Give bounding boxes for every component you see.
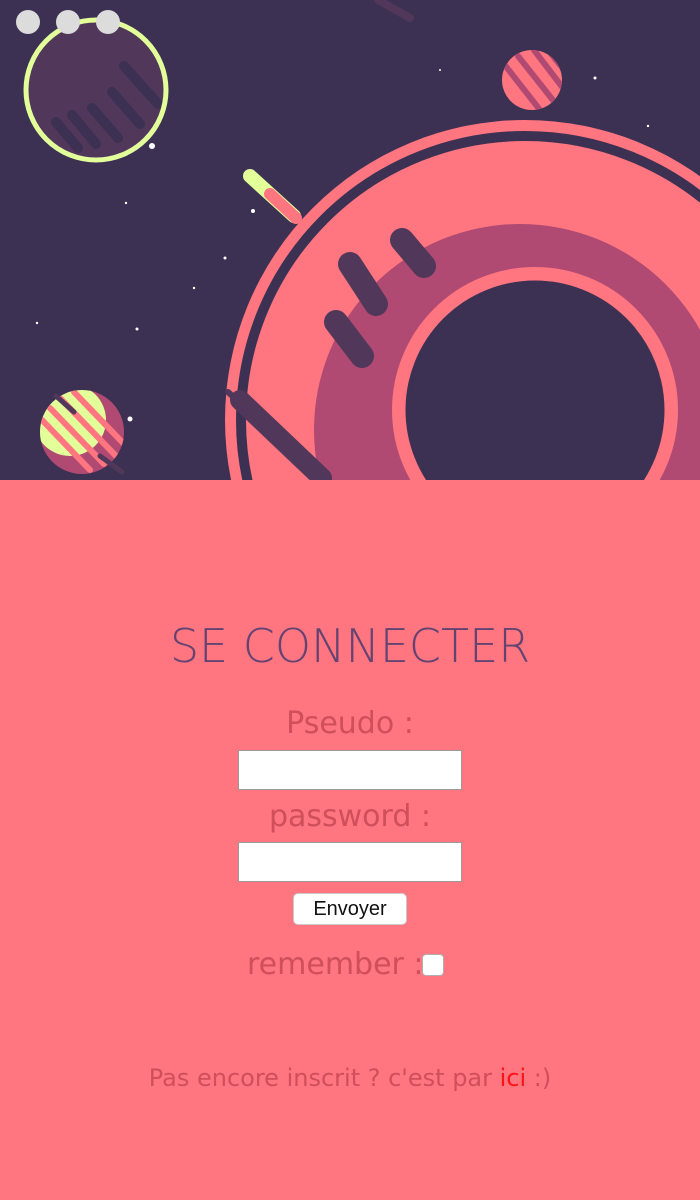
- hero-illustration: [0, 0, 700, 480]
- close-window-button[interactable]: [16, 10, 40, 34]
- signup-text-end: :): [526, 1064, 552, 1092]
- signup-text: Pas encore inscrit ? c'est par: [148, 1064, 500, 1092]
- submit-button[interactable]: Envoyer: [293, 893, 407, 925]
- page-title: SE CONNECTER: [169, 619, 531, 673]
- password-label: password :: [268, 799, 432, 834]
- signup-prompt: Pas encore inscrit ? c'est par ici :): [0, 1063, 700, 1093]
- window-controls: [16, 10, 120, 34]
- pseudo-label: Pseudo :: [286, 706, 414, 741]
- password-input[interactable]: [238, 842, 462, 882]
- login-panel: SE CONNECTER Pseudo : password : Envoyer…: [0, 480, 700, 1200]
- remember-label: remember :: [247, 947, 424, 982]
- minimize-window-button[interactable]: [56, 10, 80, 34]
- remember-checkbox[interactable]: [422, 954, 444, 976]
- pseudo-input[interactable]: [238, 750, 462, 790]
- space-illustration: [0, 0, 700, 480]
- ringed-planet-top-left: [23, 17, 169, 163]
- zoom-window-button[interactable]: [96, 10, 120, 34]
- app-window: SE CONNECTER Pseudo : password : Envoyer…: [0, 0, 700, 1200]
- signup-link[interactable]: ici: [500, 1064, 527, 1092]
